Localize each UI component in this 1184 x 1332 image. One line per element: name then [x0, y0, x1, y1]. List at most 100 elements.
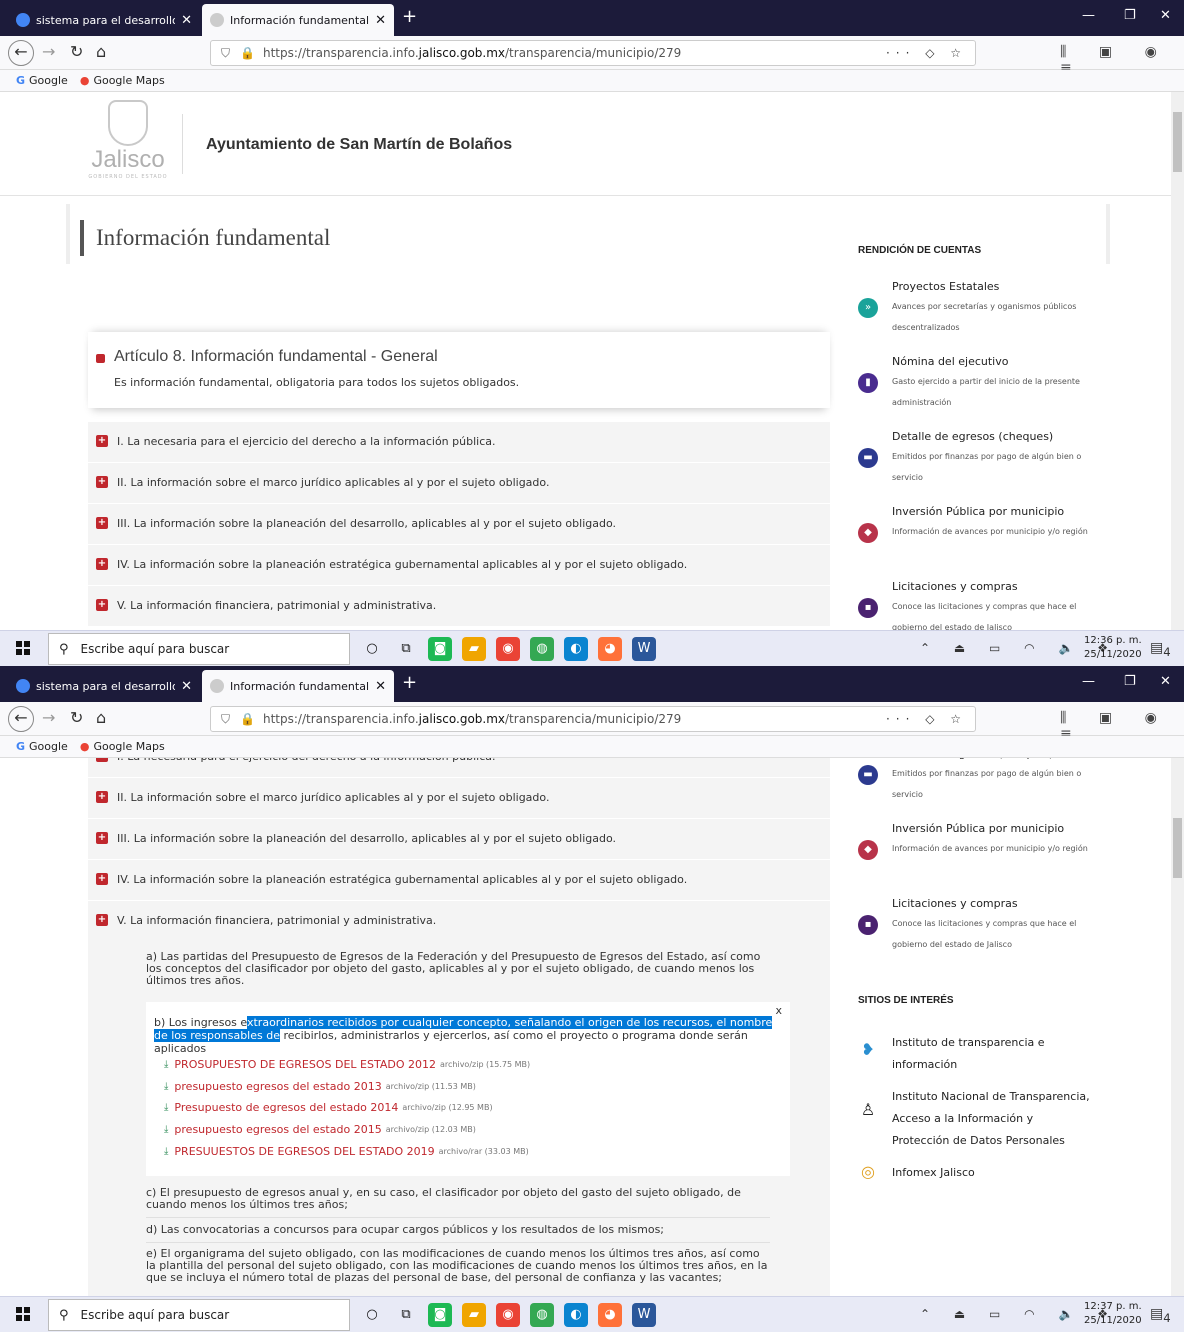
clock[interactable]: 12:37 p. m. 25/11/2020 — [1084, 1300, 1142, 1328]
list-item[interactable]: +I. La necesaria para el ejercicio del d… — [88, 758, 830, 778]
tab-informacion[interactable]: Información fundamental | Por ✕ — [202, 670, 394, 702]
sidebar-item-nomina[interactable]: ▮ Nómina del ejecutivo Gasto ejercido a … — [858, 355, 1158, 425]
windows-start-icon[interactable] — [16, 641, 30, 655]
expand-icon[interactable]: + — [96, 914, 108, 926]
expand-icon[interactable]: + — [96, 873, 108, 885]
app-green-icon[interactable]: ◙ — [428, 1303, 452, 1327]
close-window-button[interactable]: ✕ — [1160, 674, 1171, 689]
chrome-icon[interactable]: ◉ — [496, 1303, 520, 1327]
firefox-icon[interactable]: ◕ — [598, 637, 622, 661]
list-item[interactable]: + II. La información sobre el marco juríd… — [88, 463, 830, 504]
article-title[interactable]: Artículo 8. Información fundamental - Ge… — [96, 348, 438, 366]
sidebar-item-egresos[interactable]: ▬ Detalle de egresos (cheques) Emitidos … — [858, 430, 1158, 500]
task-view-icon[interactable]: ⧉ — [394, 1303, 418, 1327]
maximize-button[interactable]: ❐ — [1124, 8, 1136, 23]
minimize-button[interactable]: — — [1082, 674, 1095, 689]
sidebar-item-licitaciones[interactable]: ▪ Licitaciones y compras Conoce las lici… — [858, 580, 1158, 630]
bookmark-google[interactable]: G Google — [16, 74, 68, 87]
edge-icon[interactable]: ◐ — [564, 637, 588, 661]
sub-item-e[interactable]: e) El organigrama del sujeto obligado, c… — [146, 1248, 770, 1284]
page-viewport[interactable]: Jalisco GOBIERNO DEL ESTADO Ayuntamiento… — [0, 92, 1184, 630]
forward-arrow-icon[interactable]: → — [42, 708, 55, 727]
tab-sistema[interactable]: sistema para el desarrollo integ ✕ — [8, 4, 200, 36]
cortana-icon[interactable]: ○ — [360, 1303, 384, 1327]
sub-item-b[interactable]: b) Los ingresos extraordinarios recibido… — [154, 1016, 784, 1055]
close-window-button[interactable]: ✕ — [1160, 8, 1171, 23]
back-arrow-icon[interactable]: ← — [8, 706, 34, 732]
firefox-icon[interactable]: ◕ — [598, 1303, 622, 1327]
download-link[interactable]: ⤓ PROSUPUESTO DE EGRESOS DEL ESTADO 2012 a… — [164, 1054, 530, 1076]
download-link[interactable]: ⤓ Presupuesto de egresos del estado 2014 a… — [164, 1097, 530, 1119]
new-tab-button[interactable]: + — [402, 672, 417, 693]
chrome-profile-icon[interactable]: ◍ — [530, 1303, 554, 1327]
sidebar-item-egresos[interactable]: ▬ Detalle de egresos (cheques) Emitidos … — [858, 758, 1158, 817]
edge-icon[interactable]: ◐ — [564, 1303, 588, 1327]
close-icon[interactable]: ✕ — [181, 13, 192, 28]
expand-icon[interactable]: + — [96, 435, 108, 447]
notification-icon[interactable]: ▤4 — [1150, 640, 1171, 659]
chrome-icon[interactable]: ◉ — [496, 637, 520, 661]
new-tab-button[interactable]: + — [402, 6, 417, 27]
chrome-profile-icon[interactable]: ◍ — [530, 637, 554, 661]
lock-icon[interactable]: 🔒 — [240, 46, 255, 60]
file-explorer-icon[interactable]: ▰ — [462, 637, 486, 661]
scrollbar[interactable] — [1171, 92, 1184, 630]
reload-icon[interactable]: ↻ — [70, 708, 83, 727]
expand-icon[interactable]: + — [96, 517, 108, 529]
back-arrow-icon[interactable]: ← — [8, 40, 34, 66]
tab-informacion[interactable]: Información fundamental | Por ✕ — [202, 4, 394, 36]
shield-icon[interactable]: ⛉ — [221, 46, 230, 61]
clock[interactable]: 12:36 p. m. 25/11/2020 — [1084, 634, 1142, 662]
word-icon[interactable]: W — [632, 637, 656, 661]
expand-icon[interactable]: + — [96, 832, 108, 844]
list-item[interactable]: + III. La información sobre la planeación… — [88, 504, 830, 545]
page-viewport[interactable]: +I. La necesaria para el ejercicio del d… — [0, 758, 1184, 1296]
expand-icon[interactable]: + — [96, 558, 108, 570]
taskbar-search-input[interactable]: ⚲ Escribe aquí para buscar — [48, 633, 350, 665]
list-item[interactable]: + IV. La información sobre la planeación … — [88, 545, 830, 586]
sub-item-a[interactable]: a) Las partidas del Presupuesto de Egres… — [146, 951, 770, 987]
bookmark-google-maps[interactable]: ● Google Maps — [80, 740, 165, 753]
sub-item-c[interactable]: c) El presupuesto de egresos anual y, en… — [146, 1187, 770, 1211]
sidebar-item-licitaciones[interactable]: ▪ Licitaciones y compras Conoce las lici… — [858, 897, 1158, 967]
download-link[interactable]: ⤓ PRESUUESTOS DE EGRESOS DEL ESTADO 2019 a… — [164, 1140, 530, 1162]
maximize-button[interactable]: ❐ — [1124, 674, 1136, 689]
bookmark-google[interactable]: G Google — [16, 740, 68, 753]
tab-sistema[interactable]: sistema para el desarrollo integ ✕ — [8, 670, 200, 702]
home-icon[interactable]: ⌂ — [96, 42, 106, 61]
file-explorer-icon[interactable]: ▰ — [462, 1303, 486, 1327]
list-item[interactable]: + V. La información financiera, patrimoni… — [88, 586, 830, 627]
sidebar-item-inversion[interactable]: ◆ Inversión Pública por municipio Inform… — [858, 505, 1158, 575]
page-actions-icon[interactable]: ··· ◇ ☆ — [886, 46, 967, 60]
list-item[interactable]: + II. La información sobre el marco juríd… — [88, 778, 830, 819]
expand-icon[interactable]: + — [96, 791, 108, 803]
list-item[interactable]: + III. La información sobre la planeación… — [88, 819, 830, 860]
home-icon[interactable]: ⌂ — [96, 708, 106, 727]
expand-icon[interactable]: + — [96, 758, 108, 762]
scrollbar[interactable] — [1171, 758, 1184, 1296]
cortana-icon[interactable]: ○ — [360, 637, 384, 661]
page-actions-icon[interactable]: ··· ◇ ☆ — [886, 712, 967, 726]
app-green-icon[interactable]: ◙ — [428, 637, 452, 661]
close-icon[interactable]: ✕ — [375, 13, 386, 28]
url-bar[interactable]: ⛉ 🔒 https://transparencia.info. jalisco.g… — [210, 706, 976, 732]
lock-icon[interactable]: 🔒 — [240, 712, 255, 726]
reload-icon[interactable]: ↻ — [70, 42, 83, 61]
word-icon[interactable]: W — [632, 1303, 656, 1327]
sidebar-item-proyectos[interactable]: » Proyectos Estatales Avances por secret… — [858, 280, 1158, 350]
forward-arrow-icon[interactable]: → — [42, 42, 55, 61]
jalisco-logo[interactable]: Jalisco GOBIERNO DEL ESTADO — [80, 100, 176, 190]
sidebar-item-inversion[interactable]: ◆ Inversión Pública por municipio Inform… — [858, 822, 1158, 892]
notification-icon[interactable]: ▤4 — [1150, 1306, 1171, 1325]
sub-item-d[interactable]: d) Las convocatorias a concursos para oc… — [146, 1224, 770, 1236]
task-view-icon[interactable]: ⧉ — [394, 637, 418, 661]
shield-icon[interactable]: ⛉ — [221, 712, 230, 727]
windows-start-icon[interactable] — [16, 1307, 30, 1321]
list-item[interactable]: + IV. La información sobre la planeación … — [88, 860, 830, 901]
expand-icon[interactable]: + — [96, 599, 108, 611]
close-icon[interactable]: ✕ — [181, 679, 192, 694]
url-bar[interactable]: ⛉ 🔒 https://transparencia.info. jalisco.g… — [210, 40, 976, 66]
close-icon[interactable]: ✕ — [375, 679, 386, 694]
article-card[interactable]: Artículo 8. Información fundamental - Ge… — [88, 332, 830, 408]
collapse-icon[interactable] — [96, 354, 105, 363]
